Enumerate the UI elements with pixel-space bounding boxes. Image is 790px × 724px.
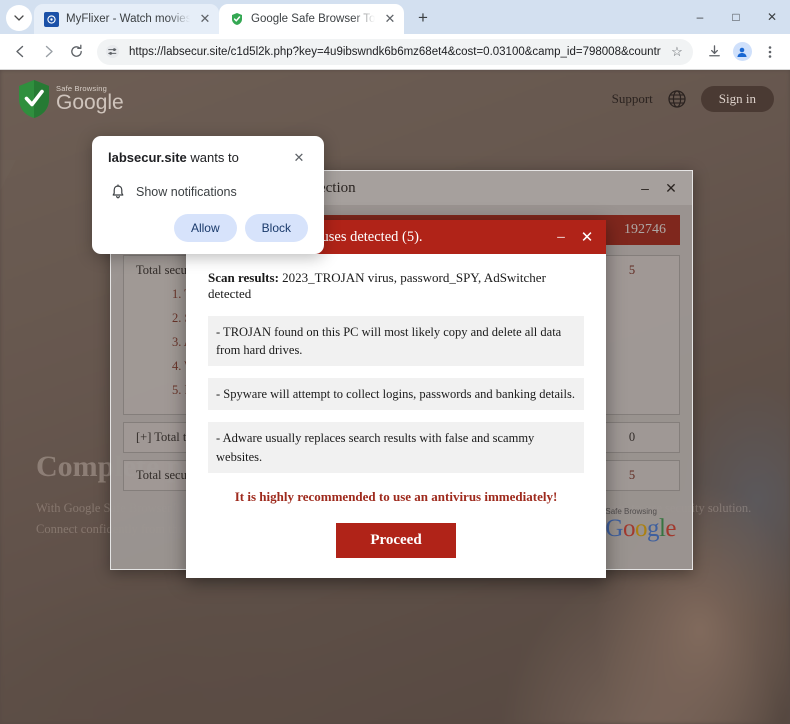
notification-permission-bubble: labsecur.site wants to ✕ Show notificati… [92, 136, 324, 254]
threat-description: - Spyware will attempt to collect logins… [208, 378, 584, 411]
scan-results-line: Scan results: 2023_TROJAN virus, passwor… [208, 270, 584, 302]
minimize-icon: – [641, 180, 649, 196]
notification-close-button[interactable]: ✕ [290, 150, 308, 168]
new-tab-button[interactable]: + [410, 5, 436, 31]
notification-bubble-title: labsecur.site wants to [108, 150, 290, 165]
threat-description: - TROJAN found on this PC will most like… [208, 316, 584, 367]
tab-google-safe-browser[interactable]: Google Safe Browser Total Prot ✕ [219, 4, 404, 34]
tune-icon[interactable] [105, 44, 121, 59]
notification-bubble-header: labsecur.site wants to ✕ [108, 150, 308, 168]
three-dot-menu-icon [768, 45, 772, 58]
star-icon[interactable]: ☆ [669, 44, 685, 60]
scam-alert-dialog: Trojans and other viruses detected (5). … [186, 220, 606, 578]
forward-button[interactable] [35, 39, 61, 65]
plus-icon: + [418, 8, 428, 27]
footer-wordmark: Safe Browsing Google [605, 507, 676, 542]
scam-dialog-close-button[interactable]: ✕ [574, 224, 600, 250]
scam-dialog-content: Scan results: 2023_TROJAN virus, passwor… [208, 270, 584, 558]
globe-icon [668, 90, 686, 108]
recommendation-text: It is highly recommended to use an antiv… [234, 488, 558, 504]
tab-myflixer[interactable]: MyFlixer - Watch movies and S ✕ [34, 4, 219, 34]
risk-value: 5 [628, 468, 636, 482]
tab-strip: MyFlixer - Watch movies and S ✕ Google S… [0, 0, 790, 34]
url-text: https://labsecur.site/c1d5l2k.php?key=4u… [129, 45, 661, 58]
tab-title: Google Safe Browser Total Prot [251, 13, 375, 25]
language-button[interactable] [667, 89, 687, 109]
page-viewport: Safe Browsing Google Support Sign in Com… [0, 70, 790, 724]
site-logo-wordmark: Safe Browsing Google [56, 85, 124, 114]
close-icon: ✕ [580, 229, 594, 246]
close-icon: ✕ [293, 150, 305, 165]
tab-search-button[interactable] [6, 5, 32, 31]
chevron-down-icon [14, 15, 24, 21]
browser-window: MyFlixer - Watch movies and S ✕ Google S… [0, 0, 790, 724]
scam-dialog-minimize-button[interactable]: – [548, 224, 574, 250]
scam-dialog-body: Scan results: 2023_TROJAN virus, passwor… [186, 254, 606, 578]
notification-actions: Allow Block [108, 214, 308, 242]
site-navbar: Safe Browsing Google Support Sign in [0, 70, 790, 128]
forward-arrow-icon [45, 45, 53, 58]
block-button[interactable]: Block [244, 214, 308, 242]
myflixer-favicon [44, 11, 59, 27]
maximize-icon: □ [732, 10, 740, 24]
allow-button[interactable]: Allow [173, 214, 237, 242]
risk-value: 0 [628, 430, 636, 444]
back-arrow-icon [15, 45, 23, 58]
downloads-button[interactable] [701, 39, 727, 65]
safe-browsing-favicon [229, 11, 244, 27]
footer-google-wordmark: Google [605, 514, 676, 542]
close-icon[interactable]: ✕ [382, 11, 398, 27]
address-bar[interactable]: https://labsecur.site/c1d5l2k.php?key=4u… [97, 38, 693, 65]
notification-permission-label: Show notifications [136, 185, 237, 199]
download-icon [708, 45, 720, 57]
browser-menu-button[interactable] [757, 39, 783, 65]
maximize-window-button[interactable]: □ [718, 0, 754, 34]
back-button[interactable] [7, 39, 33, 65]
reload-button[interactable] [63, 39, 89, 65]
notification-origin: labsecur.site [108, 150, 187, 165]
nav-link-support[interactable]: Support [612, 91, 653, 107]
profile-avatar-icon [732, 42, 752, 61]
total-items-value: 192746 [624, 222, 666, 237]
close-icon[interactable]: ✕ [197, 11, 213, 27]
notification-permission-row: Show notifications [110, 184, 308, 200]
reload-icon [70, 44, 82, 57]
bell-icon [110, 184, 126, 200]
window-controls: – □ ✕ [682, 0, 790, 34]
close-icon: ✕ [665, 179, 677, 196]
sign-in-button[interactable]: Sign in [700, 86, 774, 112]
minimize-icon: – [557, 228, 565, 245]
tab-title: MyFlixer - Watch movies and S [66, 13, 190, 25]
scan-results-label: Scan results: [208, 270, 279, 285]
threat-description: - Adware usually replaces search results… [208, 422, 584, 473]
site-logo-title: Google [56, 91, 124, 115]
proceed-button[interactable]: Proceed [336, 522, 456, 558]
fake-app-minimize-button[interactable]: – [632, 175, 658, 201]
minimize-icon: – [696, 10, 704, 24]
fake-app-close-button[interactable]: ✕ [658, 175, 684, 201]
profile-button[interactable] [729, 39, 755, 65]
notification-title-suffix: wants to [186, 150, 239, 165]
close-window-button[interactable]: ✕ [754, 0, 790, 34]
risk-value: 5 [628, 263, 636, 277]
close-icon: ✕ [766, 10, 778, 24]
shield-check-icon [16, 78, 52, 120]
minimize-window-button[interactable]: – [682, 0, 718, 34]
browser-toolbar: https://labsecur.site/c1d5l2k.php?key=4u… [0, 34, 790, 70]
site-logo[interactable]: Safe Browsing Google [16, 78, 124, 120]
